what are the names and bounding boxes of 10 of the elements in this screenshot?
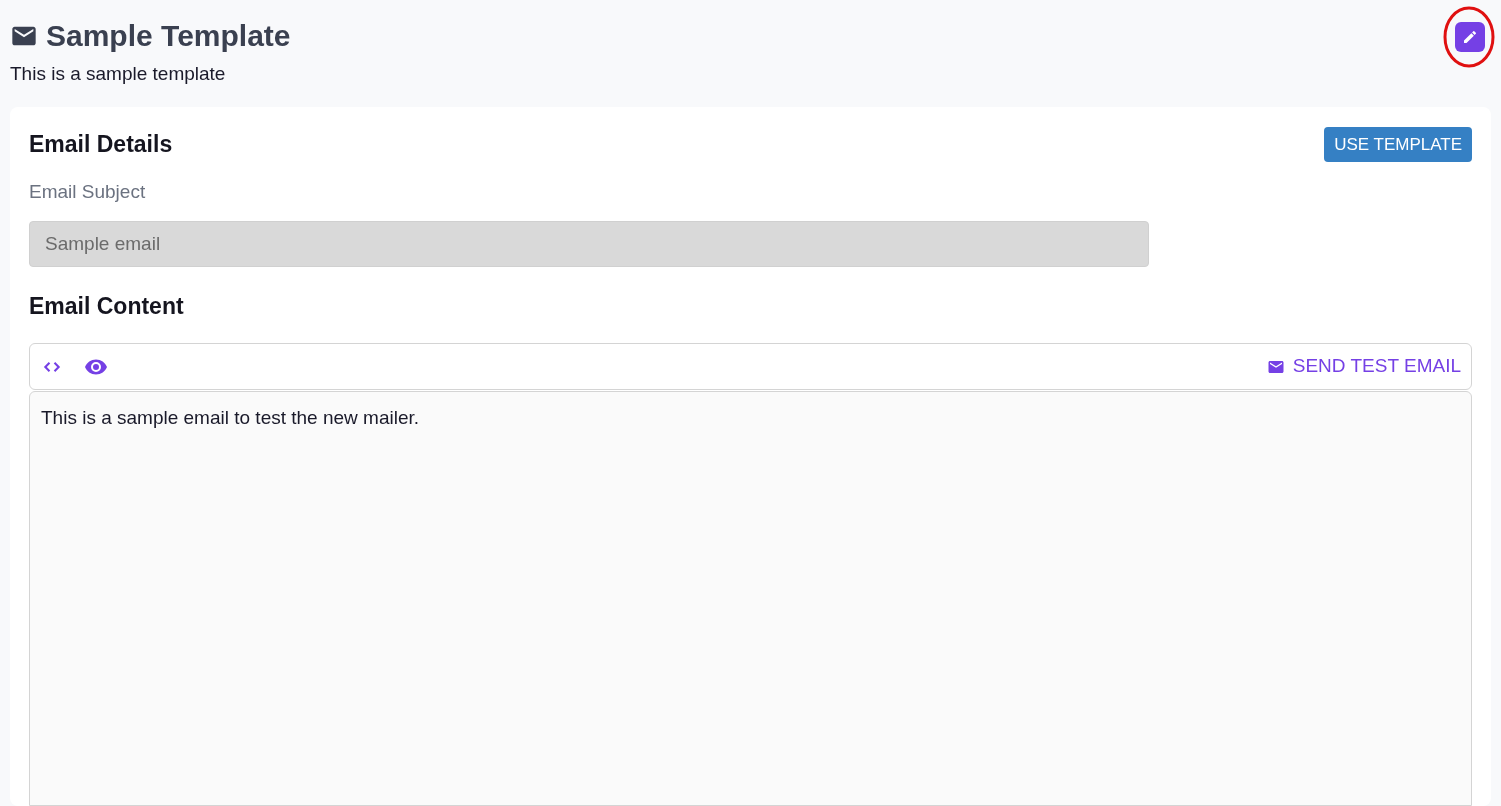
email-body-editor[interactable]: This is a sample email to test the new mailer. [29,391,1472,806]
section-heading: Email Details [29,130,173,159]
section-heading: Email Content [29,291,185,321]
send-test-email-button[interactable]: SEND TEST EMAIL [1266,352,1461,381]
page-description: This is a sample template [10,62,227,86]
field-label: Email Subject [29,180,147,204]
edit-button[interactable] [1455,22,1485,52]
use-template-button[interactable]: USE TEMPLATE [1324,126,1472,162]
page-title: Sample Template [46,18,291,54]
pencil-icon [1462,29,1478,45]
